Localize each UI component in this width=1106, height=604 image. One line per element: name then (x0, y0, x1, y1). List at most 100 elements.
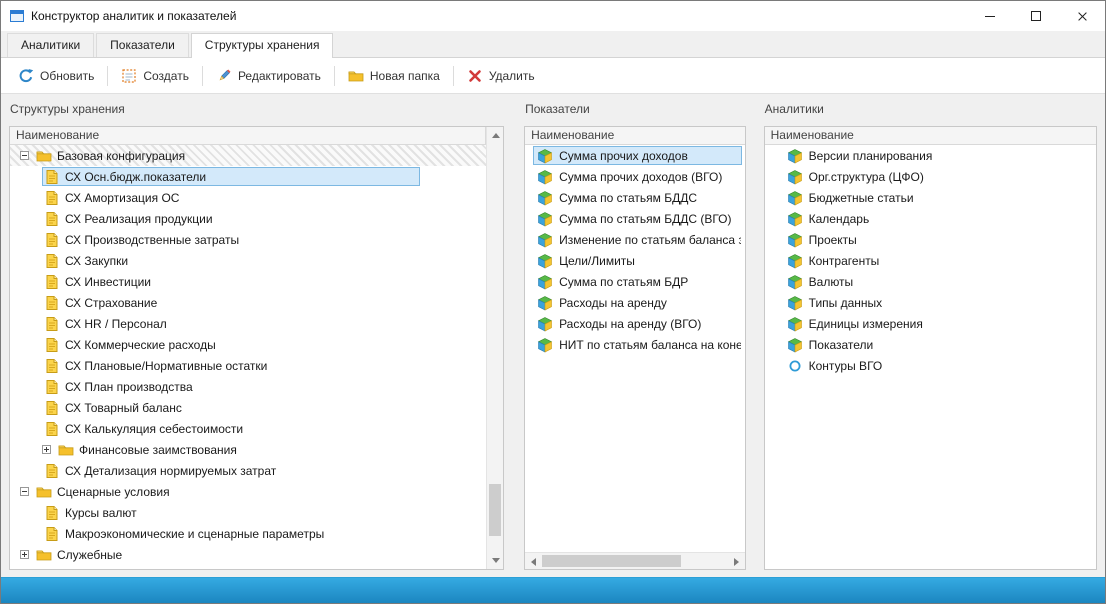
expander-minus-icon[interactable] (20, 151, 29, 160)
scroll-track[interactable] (542, 553, 728, 569)
list-item-label: Сумма по статьям БДР (559, 275, 688, 289)
indicators-horizontal-scrollbar[interactable] (525, 552, 745, 569)
list-item[interactable]: Изменение по статьям баланса за п (525, 229, 745, 250)
analytics-column-header[interactable]: Наименование (765, 127, 1096, 145)
list-item-body: Сумма по статьям БДР (533, 272, 742, 291)
list-item[interactable]: Сумма по статьям БДР (525, 271, 745, 292)
list-item[interactable]: НИТ по статьям баланса на конец п (525, 334, 745, 355)
list-item[interactable]: Цели/Лимиты (525, 250, 745, 271)
folder-icon (36, 547, 52, 563)
tree-row[interactable]: СХ Плановые/Нормативные остатки (10, 355, 486, 376)
tree-item: СХ Страхование (42, 293, 162, 312)
doc-icon (44, 274, 60, 290)
tree-item: СХ Производственные затраты (42, 230, 244, 249)
list-item[interactable]: Сумма прочих доходов (525, 145, 745, 166)
tab-storage-structures[interactable]: Структуры хранения (191, 33, 334, 58)
scroll-left-arrow[interactable] (525, 553, 542, 570)
list-item-label: Расходы на аренду (559, 296, 667, 310)
list-item-body: Типы данных (783, 293, 1093, 312)
tree-row[interactable]: СХ Товарный баланс (10, 397, 486, 418)
tree-row[interactable]: Базовая конфигурация (10, 145, 486, 166)
cube-icon (537, 316, 553, 332)
list-item[interactable]: Расходы на аренду (ВГО) (525, 313, 745, 334)
tree-row[interactable]: СХ HR / Персонал (10, 313, 486, 334)
close-button[interactable] (1059, 1, 1105, 31)
list-item[interactable]: Контрагенты (765, 250, 1096, 271)
tree-item-label: СХ Страхование (65, 296, 157, 310)
tree-row[interactable]: Финансовые заимствования (10, 439, 486, 460)
refresh-button[interactable]: Обновить (9, 64, 103, 88)
doc-icon (44, 253, 60, 269)
tree-item-label: Сценарные условия (57, 485, 170, 499)
analytics-caption: Аналитики (765, 102, 1097, 120)
list-item[interactable]: Сумма по статьям БДДС (ВГО) (525, 208, 745, 229)
scroll-up-arrow[interactable] (487, 127, 504, 144)
list-item[interactable]: Календарь (765, 208, 1096, 229)
tree-row[interactable]: СХ Калькуляция себестоимости (10, 418, 486, 439)
tree-row[interactable]: СХ Реализация продукции (10, 208, 486, 229)
new-folder-button[interactable]: Новая папка (339, 64, 449, 88)
list-item[interactable]: Контуры ВГО (765, 355, 1096, 376)
indicators-column-header[interactable]: Наименование (525, 127, 745, 145)
tree-row[interactable]: Сценарные условия (10, 481, 486, 502)
tree-row[interactable]: СХ Производственные затраты (10, 229, 486, 250)
expander-plus-icon[interactable] (42, 445, 51, 454)
storage-tree: Базовая конфигурацияСХ Осн.бюдж.показате… (10, 145, 486, 569)
delete-button[interactable]: Удалить (458, 64, 544, 88)
doc-icon (44, 295, 60, 311)
expander-minus-icon[interactable] (20, 487, 29, 496)
expander-plus-icon[interactable] (20, 550, 29, 559)
tab-indicators[interactable]: Показатели (96, 33, 189, 57)
scroll-thumb[interactable] (489, 484, 501, 536)
list-item[interactable]: Показатели (765, 334, 1096, 355)
tree-row[interactable]: Служебные (10, 544, 486, 565)
cube-icon (537, 148, 553, 164)
list-item[interactable]: Сумма прочих доходов (ВГО) (525, 166, 745, 187)
maximize-button[interactable] (1013, 1, 1059, 31)
list-item-label: Контрагенты (809, 254, 880, 268)
tree-row[interactable]: СХ План производства (10, 376, 486, 397)
list-item[interactable]: Единицы измерения (765, 313, 1096, 334)
list-item-body: Проекты (783, 230, 1093, 249)
create-button[interactable]: Создать (112, 64, 198, 88)
storage-vertical-scrollbar[interactable] (486, 127, 503, 569)
edit-button[interactable]: Редактировать (207, 64, 330, 88)
list-item[interactable]: Орг.структура (ЦФО) (765, 166, 1096, 187)
scroll-down-arrow[interactable] (487, 552, 504, 569)
storage-column-header[interactable]: Наименование (10, 127, 486, 145)
tree-row[interactable]: СХ Закупки (10, 250, 486, 271)
create-icon (121, 68, 137, 84)
tree-item: СХ Амортизация ОС (42, 188, 184, 207)
tab-analytics[interactable]: Аналитики (7, 33, 94, 57)
list-item-body: Сумма прочих доходов (533, 146, 742, 165)
tree-row[interactable]: Курсы валют (10, 502, 486, 523)
edit-icon (216, 68, 232, 84)
list-item[interactable]: Проекты (765, 229, 1096, 250)
doc-icon (44, 358, 60, 374)
tree-row[interactable]: СХ Коммерческие расходы (10, 334, 486, 355)
list-item[interactable]: Сумма по статьям БДДС (525, 187, 745, 208)
minimize-button[interactable] (967, 1, 1013, 31)
tree-row[interactable]: СХ Амортизация ОС (10, 187, 486, 208)
list-item[interactable]: Версии планирования (765, 145, 1096, 166)
tree-item-label: СХ HR / Персонал (65, 317, 167, 331)
triangle-down-icon (492, 558, 500, 567)
doc-icon (44, 400, 60, 416)
tree-row[interactable]: СХ Страхование (10, 292, 486, 313)
tree-row[interactable]: СХ Инвестиции (10, 271, 486, 292)
scroll-thumb[interactable] (542, 555, 681, 567)
tree-row[interactable]: СХ Детализация нормируемых затрат (10, 460, 486, 481)
doc-icon (44, 190, 60, 206)
tree-item: СХ Коммерческие расходы (42, 335, 221, 354)
list-item[interactable]: Типы данных (765, 292, 1096, 313)
tree-row[interactable]: Макроэкономические и сценарные параметры (10, 523, 486, 544)
list-item[interactable]: Расходы на аренду (525, 292, 745, 313)
list-item[interactable]: Валюты (765, 271, 1096, 292)
triangle-right-icon (734, 558, 743, 566)
list-item[interactable]: Бюджетные статьи (765, 187, 1096, 208)
scroll-right-arrow[interactable] (728, 553, 745, 570)
list-item-label: Сумма прочих доходов (559, 149, 688, 163)
tree-item: Служебные (34, 545, 127, 564)
tree-row[interactable]: СХ Осн.бюдж.показатели (10, 166, 486, 187)
scroll-track[interactable] (487, 144, 503, 552)
